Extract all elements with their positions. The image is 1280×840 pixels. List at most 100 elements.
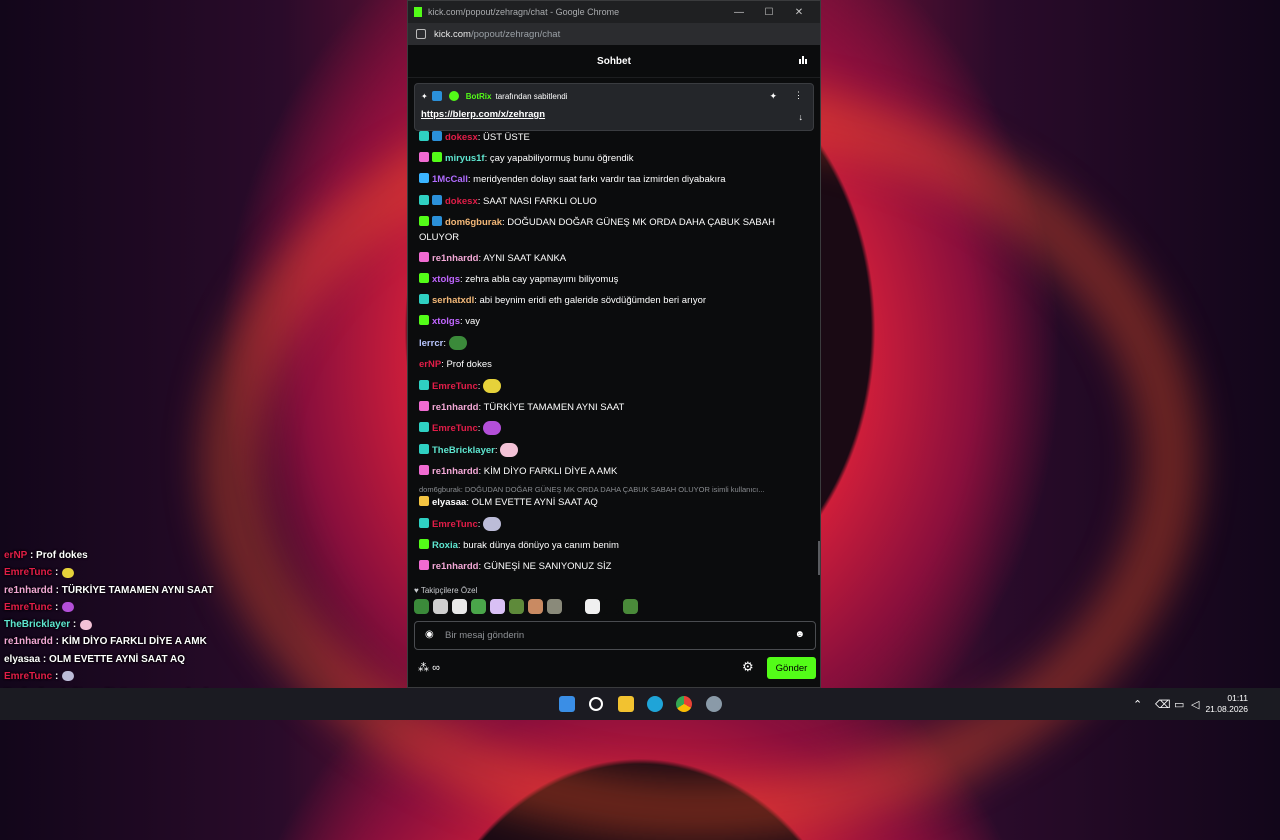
chat-settings-gear-icon[interactable]: ⚙ — [742, 659, 754, 675]
pink-badge-icon — [419, 252, 429, 262]
emote-item[interactable] — [566, 599, 581, 614]
chat-username[interactable]: miryus1f — [445, 153, 485, 164]
site-info-icon[interactable] — [416, 29, 426, 39]
emote-item[interactable] — [623, 599, 638, 614]
user-badge-icon[interactable]: ◉ — [425, 629, 434, 640]
verified-badge-icon — [448, 91, 459, 101]
chat-message: re1nhardd: TÜRKİYE TAMAMEN AYNI SAAT — [419, 400, 811, 415]
chat-emote[interactable] — [483, 517, 502, 532]
edge-icon[interactable] — [647, 696, 663, 712]
clock-date: 21.08.2026 — [1205, 704, 1248, 714]
chat-username[interactable]: re1nhardd — [432, 253, 478, 264]
chat-message: Roxia: burak dünya dönüyo ya canım benim — [419, 538, 811, 553]
chat-username[interactable]: EmreTunc — [432, 381, 478, 392]
infinity-icon[interactable]: ∞ — [432, 662, 440, 674]
chrome-icon[interactable] — [676, 696, 692, 712]
overlay-message: erNP : Prof dokes — [4, 548, 264, 565]
users-icon[interactable] — [798, 55, 808, 65]
chat-username[interactable]: re1nhardd — [432, 466, 478, 477]
kick-logo-icon — [414, 7, 422, 17]
pick-badge-icon — [432, 131, 442, 141]
chat-username[interactable]: dom6gburak — [445, 217, 502, 228]
tray-chevron-icon[interactable]: ⌃ — [1133, 698, 1142, 711]
chat-username[interactable]: erNP — [419, 359, 441, 370]
chat-username[interactable]: EmreTunc — [432, 519, 478, 530]
overlay-username: elyasaa — [4, 653, 41, 665]
chat-message: EmreTunc: — [419, 421, 811, 436]
bottom-left-tools[interactable]: ⁂ ∞ — [418, 661, 440, 674]
emote-item[interactable] — [604, 599, 619, 614]
close-button[interactable]: ✕ — [784, 7, 814, 18]
emote-item[interactable] — [528, 599, 543, 614]
chat-message: TheBricklayer: — [419, 443, 811, 458]
chat-text: : OLM EVETTE AYNİ SAAT AQ — [466, 497, 598, 508]
message-placeholder: Bir mesaj gönderin — [445, 630, 525, 641]
maximize-button[interactable]: ☐ — [754, 7, 784, 18]
chat-username[interactable]: elyasaa — [432, 497, 466, 508]
unpin-icon[interactable]: ✦ — [769, 91, 777, 102]
chat-emote[interactable] — [483, 421, 502, 436]
chat-text: : KİM DİYO FARKLI DİYE A AMK — [478, 466, 618, 477]
chat-username[interactable]: dokesx — [445, 132, 478, 143]
more-options-icon[interactable]: ⋮ — [794, 90, 803, 101]
teal-badge-icon — [419, 380, 429, 390]
chat-emote[interactable] — [500, 443, 519, 458]
volume-icon[interactable]: ◁ — [1191, 698, 1199, 711]
chat-username[interactable]: TheBricklayer — [432, 445, 495, 456]
chat-username[interactable]: re1nhardd — [432, 561, 478, 572]
search-icon[interactable] — [589, 697, 603, 711]
pink-badge-icon — [419, 560, 429, 570]
teal-badge-icon — [419, 422, 429, 432]
emote-item[interactable] — [433, 599, 448, 614]
minimize-button[interactable]: — — [724, 7, 754, 18]
settings-icon[interactable] — [706, 696, 722, 712]
emoji-icon[interactable]: ☻ — [794, 629, 805, 640]
chat-emote[interactable] — [483, 379, 502, 394]
emote-item[interactable] — [471, 599, 486, 614]
network-icon[interactable]: ▭ — [1174, 698, 1184, 711]
chat-username[interactable]: xtolgs — [432, 316, 460, 327]
teal-badge-icon — [419, 131, 429, 141]
chat-text: : — [477, 381, 481, 392]
overlay-username: EmreTunc — [4, 671, 53, 683]
overlay-text: : — [52, 671, 59, 683]
chat-username[interactable]: EmreTunc — [432, 423, 478, 434]
chat-username[interactable]: dokesx — [445, 196, 478, 207]
emote-item[interactable] — [490, 599, 505, 614]
send-button[interactable]: Gönder — [767, 657, 816, 679]
microphone-icon[interactable]: ⌫ — [1155, 698, 1171, 711]
start-icon[interactable] — [559, 696, 575, 712]
overlay-message: re1nhardd : KİM DİYO FARKLI DİYE A AMK — [4, 634, 264, 651]
teal-badge-icon — [419, 518, 429, 528]
teal-badge-icon — [419, 444, 429, 454]
pinned-message[interactable]: ✦ BotRix tarafından sabitlendi https://b… — [414, 83, 814, 131]
message-input[interactable]: ◉ Bir mesaj gönderin ☻ — [414, 621, 816, 650]
overlay-message: elyasaa : OLM EVETTE AYNİ SAAT AQ — [4, 652, 264, 669]
emote-item[interactable] — [585, 599, 600, 614]
chat-username[interactable]: serhatxdl — [432, 295, 474, 306]
file-explorer-icon[interactable] — [618, 696, 634, 712]
chat-username[interactable]: Roxia — [432, 540, 458, 551]
emote-bar[interactable] — [414, 599, 638, 614]
chat-text: : çay yapabiliyormuş bunu öğrendik — [484, 153, 634, 164]
emote-item[interactable] — [452, 599, 467, 614]
pick-badge-icon — [432, 195, 442, 205]
chat-title: Sohbet — [597, 55, 631, 67]
pinned-link[interactable]: https://blerp.com/x/zehragn — [421, 109, 545, 120]
points-icon[interactable]: ⁂ — [418, 662, 429, 674]
system-clock[interactable]: 01:11 21.08.2026 — [1205, 693, 1248, 715]
chat-username[interactable]: xtolgs — [432, 274, 460, 285]
expand-arrow-icon[interactable]: ↓ — [799, 112, 804, 122]
emote-item[interactable] — [414, 599, 429, 614]
chat-username[interactable]: re1nhardd — [432, 402, 478, 413]
emote-item[interactable] — [509, 599, 524, 614]
chat-scrollbar[interactable] — [818, 541, 820, 575]
emote-item[interactable] — [547, 599, 562, 614]
chat-username[interactable]: lerrcr — [419, 338, 443, 349]
chat-text: : AYNI SAAT KANKA — [478, 253, 567, 264]
chat-username[interactable]: 1McCall — [432, 174, 468, 185]
green-badge-icon — [419, 315, 429, 325]
green-badge-icon — [432, 152, 442, 162]
chat-emote[interactable] — [448, 336, 467, 351]
address-bar[interactable]: kick.com/popout/zehragn/chat — [408, 23, 820, 45]
